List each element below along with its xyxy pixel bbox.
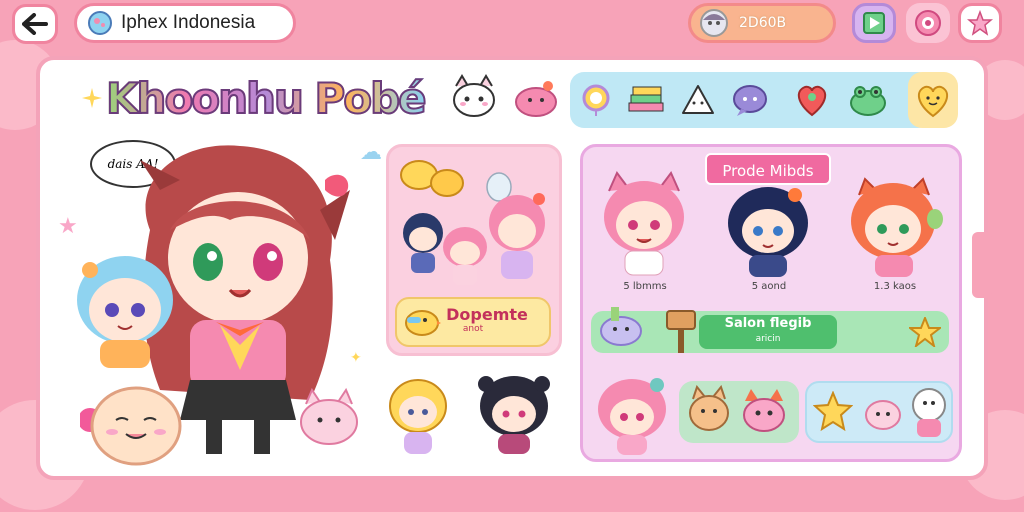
star-decoration: ★ [58, 214, 78, 239]
black-hair-character[interactable] [472, 372, 556, 456]
yellow-hair-character[interactable] [386, 376, 450, 456]
books-icon [628, 86, 664, 112]
globe-icon [88, 11, 112, 35]
bun-creature[interactable] [80, 380, 190, 470]
main-panel: Khoonhu Pobé dais AA! Dopemte anot Prode… [36, 56, 988, 480]
star-decoration: ✦ [350, 350, 362, 366]
category-item[interactable] [792, 80, 832, 120]
dog-icon [689, 385, 729, 431]
pet-card-2[interactable] [805, 381, 953, 443]
heart-bubble-icon [797, 85, 827, 117]
back-button[interactable] [12, 4, 58, 44]
category-item[interactable] [678, 80, 718, 120]
play-icon [863, 12, 885, 34]
server-title: Iphex Indonesia [121, 12, 256, 33]
cat-head-icon[interactable] [448, 72, 500, 124]
salon-button[interactable]: Salon flegib aricin [699, 315, 837, 349]
next-page-tab[interactable] [972, 232, 992, 298]
chat-icon [733, 85, 767, 116]
category-item[interactable] [848, 80, 888, 120]
frog-icon [850, 86, 886, 116]
pet-card[interactable] [679, 381, 799, 443]
white-bird-pet-icon [912, 388, 946, 437]
blue-hair-character[interactable] [70, 250, 180, 370]
pink-ghost-pet-icon [865, 400, 901, 430]
record-button[interactable] [906, 3, 950, 43]
currency-pill[interactable]: 2D60B [688, 3, 836, 43]
category-bar [570, 72, 932, 128]
pink-blob-icon[interactable] [512, 76, 560, 120]
character-stat-label: 5 aond [751, 281, 787, 292]
top-bar: Iphex Indonesia 2D60B [0, 0, 1024, 50]
group-card[interactable]: Dopemte anot [386, 144, 562, 356]
onigiri-icon [682, 85, 714, 114]
navy-hair-girl[interactable] [723, 183, 813, 279]
target-icon [915, 10, 941, 36]
avatar-icon [700, 9, 728, 37]
category-item[interactable] [576, 80, 616, 120]
profile-card: Prode Mibds 5 lbmms 5 aond 1.3 kaos Salo… [580, 144, 962, 462]
signpost-icon [666, 310, 696, 353]
balloon-icon [582, 84, 610, 116]
category-item[interactable] [626, 80, 666, 120]
sparkle-star-icon [82, 88, 102, 108]
fox-icon [743, 389, 785, 432]
bird-icon [405, 310, 441, 336]
category-item[interactable] [730, 80, 770, 120]
game-logo: Khoonhu Pobé [82, 68, 428, 128]
salon-bar: Salon flegib aricin [591, 307, 949, 353]
character-stat-label: 5 lbmms [623, 281, 667, 292]
pink-hair-cat-girl[interactable] [599, 171, 689, 277]
play-button[interactable] [852, 3, 896, 43]
server-title-pill[interactable]: Iphex Indonesia [74, 3, 296, 43]
profile-card-title: Prode Mibds [705, 153, 831, 185]
salon-label: Salon flegib [724, 316, 812, 331]
blue-creature-icon [600, 307, 642, 346]
group-characters-art [400, 160, 545, 285]
logo-text: Khoonhu Pobé [105, 73, 428, 124]
back-arrow-icon [22, 13, 48, 35]
star-icon[interactable] [909, 317, 941, 347]
salon-sub: aricin [755, 334, 781, 344]
favorites-button[interactable] [958, 3, 1002, 43]
character-stat-label: 1.3 kaos [873, 281, 917, 292]
pink-cat-creature[interactable] [294, 386, 364, 450]
pink-hair-girl-small[interactable] [593, 373, 671, 457]
star-icon [967, 10, 993, 36]
yellow-star-pet-icon [813, 391, 853, 432]
favorite-tile[interactable] [908, 72, 958, 128]
orange-hair-cat-girl[interactable] [845, 175, 945, 279]
group-card-banner[interactable]: Dopemte anot [395, 297, 551, 347]
currency-amount: 2D60B [739, 15, 787, 31]
heart-face-icon [917, 85, 949, 118]
cloud-decoration: ☁ [360, 140, 382, 165]
